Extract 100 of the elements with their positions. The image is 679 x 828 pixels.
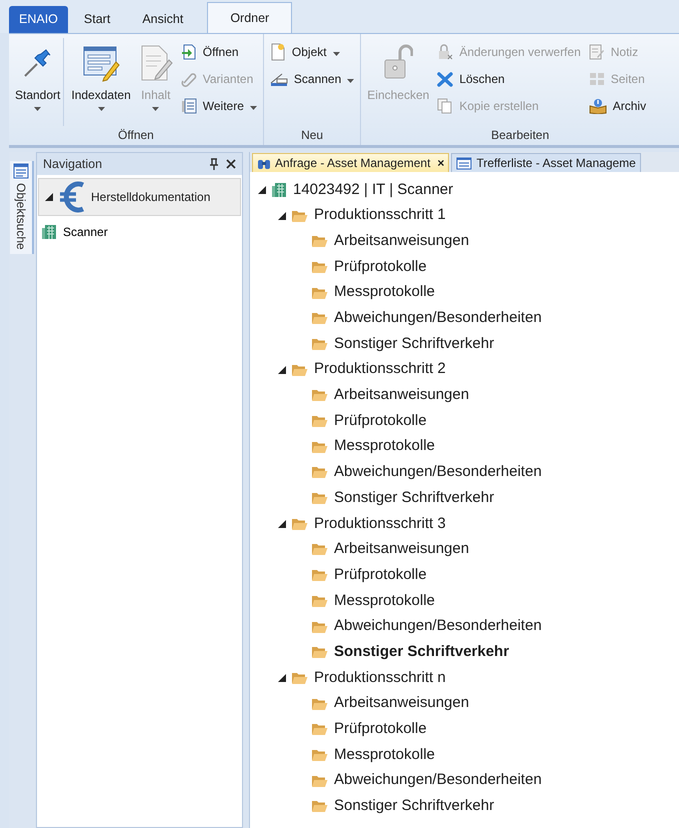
ribbon-button[interactable]: Objekt xyxy=(266,40,358,64)
folder-icon xyxy=(311,645,328,660)
tree-item[interactable]: Sonstiger Schriftverkehr xyxy=(258,639,679,666)
tree-item[interactable]: Abweichungen/Besonderheiten xyxy=(258,305,679,332)
tree-item[interactable]: Abweichungen/Besonderheiten xyxy=(258,768,679,794)
navigation-header[interactable]: Herstelldokumentation xyxy=(38,178,241,216)
folder-icon xyxy=(311,311,328,326)
form-edit-icon xyxy=(82,44,120,82)
folder-icon xyxy=(291,516,308,531)
tree-item[interactable]: Produktionsschritt 3 xyxy=(258,510,679,537)
folder-icon xyxy=(311,748,328,762)
tree-item[interactable]: Produktionsschritt 2 xyxy=(258,356,679,382)
navigation-item-label: Herstelldokumentation xyxy=(91,189,210,206)
tree-item[interactable]: Produktionsschritt 1 xyxy=(258,202,679,228)
panel-title: Navigation xyxy=(43,156,104,173)
expand-arrow-icon[interactable] xyxy=(278,674,286,682)
close-icon[interactable]: × xyxy=(437,154,444,172)
tree-item[interactable]: Messprotokolle xyxy=(258,742,679,768)
building-icon xyxy=(41,224,57,240)
ribbon-group-label: Neu xyxy=(300,126,324,144)
building-icon xyxy=(271,182,287,198)
dropdown-caret-icon xyxy=(332,52,340,56)
copy-icon xyxy=(437,98,454,114)
folder-icon xyxy=(291,208,308,223)
tab-label: Anfrage - Asset Management xyxy=(275,155,430,172)
folder-icon xyxy=(311,594,328,608)
new-document-icon xyxy=(270,43,286,61)
document-stack-icon xyxy=(180,98,197,114)
tree-item[interactable]: 14023492 | IT | Scanner xyxy=(258,177,679,203)
ribbon-group-label: Bearbeiten xyxy=(490,126,550,144)
folder-icon xyxy=(311,336,328,351)
folder-icon xyxy=(311,774,328,788)
dropdown-caret-icon xyxy=(98,107,105,111)
tab-label: Trefferliste - Asset Manageme xyxy=(476,155,636,172)
dropdown-caret-icon xyxy=(347,78,354,82)
tree-item[interactable]: Arbeitsanweisungen xyxy=(258,536,679,562)
tree-item[interactable]: Sonstiger Schriftverkehr xyxy=(258,794,679,820)
expand-arrow-icon[interactable] xyxy=(278,366,286,374)
folder-icon xyxy=(291,670,308,685)
folder-icon xyxy=(311,414,328,428)
expand-arrow-icon[interactable] xyxy=(45,193,53,201)
tree-item[interactable]: Prüfprotokolle xyxy=(258,716,679,742)
tree-item[interactable]: Messprotokolle xyxy=(258,280,679,306)
folder-icon xyxy=(311,491,328,506)
scanner-icon xyxy=(270,71,288,87)
expand-arrow-icon[interactable] xyxy=(258,186,266,194)
document-edit-icon xyxy=(138,44,173,82)
paperclip-icon xyxy=(180,71,197,87)
list-icon xyxy=(456,156,472,170)
document-tab[interactable]: Trefferliste - Asset Manageme xyxy=(451,153,641,172)
dropdown-caret-icon xyxy=(34,107,42,111)
document-arrow-icon xyxy=(180,44,197,60)
app-menu-button[interactable]: ENAIO xyxy=(9,6,68,33)
tree-item[interactable]: Messprotokolle xyxy=(258,434,679,460)
dropdown-caret-icon xyxy=(250,106,257,110)
ribbon-tab[interactable]: Ordner xyxy=(207,2,292,33)
folder-icon xyxy=(311,696,328,711)
ribbon-group-label: Öffnen xyxy=(117,126,155,144)
folder-icon xyxy=(311,465,328,480)
folder-icon xyxy=(311,388,328,402)
tree-item[interactable]: Arbeitsanweisungen xyxy=(258,690,679,716)
side-tab[interactable]: Objektsuche xyxy=(10,161,34,254)
padlock-icon xyxy=(437,44,454,60)
folder-icon xyxy=(311,542,328,556)
tree-item[interactable]: Sonstiger Schriftverkehr xyxy=(258,485,679,511)
tree-item[interactable]: Prüfprotokolle xyxy=(258,254,679,280)
delete-icon xyxy=(437,71,454,87)
tree-item[interactable]: Arbeitsanweisungen xyxy=(258,228,679,254)
ribbon-button[interactable]: Scannen xyxy=(266,67,358,91)
book-icon xyxy=(588,98,607,114)
navigation-item[interactable]: Scanner xyxy=(37,219,242,245)
document-tab[interactable]: Anfrage - Asset Management × xyxy=(252,153,450,172)
folder-icon xyxy=(311,568,328,582)
tree-item[interactable]: Messprotokolle xyxy=(258,588,679,614)
tree-item[interactable]: Produktionsschritt n xyxy=(258,665,679,691)
ribbon-button[interactable]: Löschen xyxy=(434,67,584,91)
tree-item[interactable]: Sonstiger Schriftverkehr xyxy=(258,331,679,357)
folder-icon xyxy=(291,362,308,377)
list-icon xyxy=(13,163,29,179)
ribbon-button[interactable]: Standort xyxy=(12,38,64,126)
ribbon-button[interactable]: Öffnen xyxy=(178,40,260,64)
ribbon-tab[interactable]: Start xyxy=(68,6,126,33)
close-icon[interactable] xyxy=(226,159,236,169)
dropdown-caret-icon xyxy=(152,107,160,111)
note-icon xyxy=(588,44,605,60)
expand-arrow-icon[interactable] xyxy=(278,212,286,220)
tree-item[interactable]: Prüfprotokolle xyxy=(258,562,679,588)
ribbon-button[interactable]: Weitere xyxy=(178,94,260,118)
tree-item[interactable]: Abweichungen/Besonderheiten xyxy=(258,614,679,640)
folder-icon xyxy=(311,722,328,736)
ribbon-button[interactable]: Archiv xyxy=(586,94,650,118)
pin-icon[interactable] xyxy=(209,158,219,170)
ribbon-tab[interactable]: Ansicht xyxy=(126,6,200,33)
folder-icon xyxy=(311,620,328,634)
expand-arrow-icon[interactable] xyxy=(278,520,286,528)
folder-icon xyxy=(311,799,328,814)
tree-item[interactable]: Abweichungen/Besonderheiten xyxy=(258,460,679,486)
ribbon-button[interactable]: Indexdaten xyxy=(68,38,134,126)
tree-item[interactable]: Prüfprotokolle xyxy=(258,408,679,434)
tree-item[interactable]: Arbeitsanweisungen xyxy=(258,382,679,408)
